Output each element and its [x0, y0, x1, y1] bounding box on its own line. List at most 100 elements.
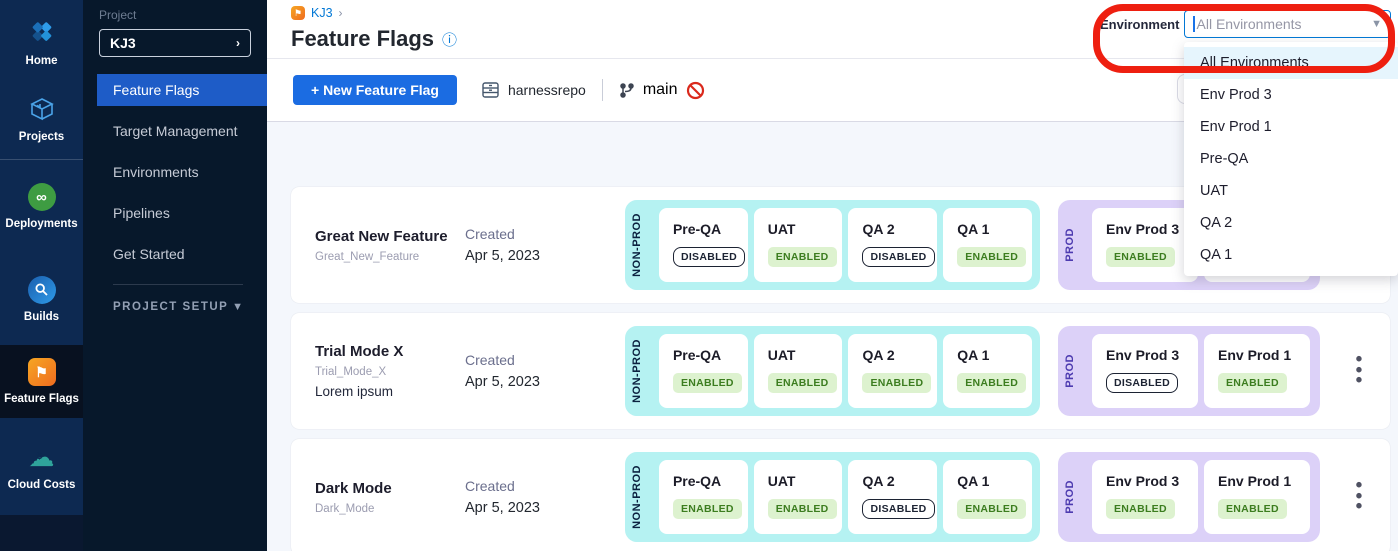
env-card-qa-1[interactable]: QA 1 ENABLED	[943, 460, 1032, 534]
branch-selector[interactable]: main	[619, 81, 705, 100]
env-status-badge: ENABLED	[1218, 373, 1287, 393]
branch-name: main	[643, 81, 678, 99]
module-nav-item-cloud-costs[interactable]: ☁$ Cloud Costs	[0, 418, 83, 515]
home-icon	[27, 18, 57, 48]
env-option-uat[interactable]: UAT	[1184, 175, 1398, 207]
app-window: Home Projects ∞ Deployments Builds ⚑ Fea…	[0, 0, 1398, 551]
env-status-badge: ENABLED	[862, 373, 931, 393]
environment-dropdown-panel: All Environments Env Prod 3 Env Prod 1 P…	[1184, 42, 1398, 276]
builds-icon	[28, 276, 56, 304]
repo-selector[interactable]: harnessrepo	[481, 81, 586, 99]
project-nav: Project KJ3 › Feature Flags Target Manag…	[83, 0, 267, 551]
created-label: Created	[465, 478, 625, 494]
env-name: Env Prod 1	[1218, 473, 1310, 489]
environment-filter-label: Environment	[1100, 17, 1179, 32]
sidebar-item-environments[interactable]: Environments	[83, 156, 267, 188]
env-option-env-prod-3[interactable]: Env Prod 3	[1184, 79, 1398, 111]
nonprod-group-label: NON-PROD	[631, 465, 653, 529]
project-setup-toggle[interactable]: PROJECT SETUP ▼	[113, 301, 243, 313]
project-selector[interactable]: KJ3 ›	[99, 29, 251, 57]
env-card-pre-qa[interactable]: Pre-QA DISABLED	[659, 208, 748, 282]
info-icon[interactable]: ⓘ	[442, 29, 457, 50]
row-menu-kebab-icon[interactable]: •••	[1352, 355, 1366, 386]
env-card-env-prod-3[interactable]: Env Prod 3 ENABLED	[1092, 208, 1198, 282]
repository-icon	[481, 81, 500, 99]
env-option-pre-qa[interactable]: Pre-QA	[1184, 143, 1398, 175]
flag-name[interactable]: Great New Feature	[315, 228, 465, 245]
nonprod-env-group: NON-PROD Pre-QA DISABLED UAT ENABLED QA …	[625, 200, 1040, 290]
module-nav-label: Cloud Costs	[8, 479, 76, 491]
row-menu-kebab-icon[interactable]: •••	[1352, 481, 1366, 512]
env-option-qa-2[interactable]: QA 2	[1184, 207, 1398, 239]
module-nav-label: Projects	[19, 131, 64, 143]
env-card-env-prod-3[interactable]: Env Prod 3 ENABLED	[1092, 460, 1198, 534]
flag-name[interactable]: Trial Mode X	[315, 343, 465, 360]
module-nav-label: Feature Flags	[4, 393, 79, 405]
env-card-qa-1[interactable]: QA 1 ENABLED	[943, 208, 1032, 282]
environment-select[interactable]: All Environments ▼	[1184, 10, 1391, 38]
env-option-all-environments[interactable]: All Environments	[1184, 47, 1398, 79]
feature-flag-row[interactable]: Trial Mode X Trial_Mode_X Lorem ipsum Cr…	[291, 313, 1390, 429]
sidebar-item-pipelines[interactable]: Pipelines	[83, 197, 267, 229]
env-card-uat[interactable]: UAT ENABLED	[754, 460, 843, 534]
cloud-costs-icon: ☁$	[27, 442, 57, 472]
flag-identifier: Great_New_Feature	[315, 251, 465, 263]
env-card-qa-2[interactable]: QA 2 ENABLED	[848, 334, 937, 408]
env-card-pre-qa[interactable]: Pre-QA ENABLED	[659, 460, 748, 534]
env-status-badge: DISABLED	[862, 499, 934, 519]
env-card-uat[interactable]: UAT ENABLED	[754, 334, 843, 408]
module-nav-label: Deployments	[5, 218, 77, 230]
flag-identifier: Trial_Mode_X	[315, 366, 465, 378]
env-card-pre-qa[interactable]: Pre-QA ENABLED	[659, 334, 748, 408]
module-nav-item-home[interactable]: Home	[0, 0, 83, 78]
env-card-env-prod-3[interactable]: Env Prod 3 DISABLED	[1092, 334, 1198, 408]
env-name: Env Prod 1	[1218, 347, 1310, 363]
module-nav-label: Builds	[24, 311, 59, 323]
flag-identifier: Dark_Mode	[315, 503, 465, 515]
env-status-badge: DISABLED	[862, 247, 934, 267]
env-option-env-prod-1[interactable]: Env Prod 1	[1184, 111, 1398, 143]
breadcrumb-project-link[interactable]: KJ3	[311, 6, 333, 20]
env-name: Env Prod 3	[1106, 473, 1198, 489]
env-status-badge: ENABLED	[957, 499, 1026, 519]
module-nav-item-deployments[interactable]: ∞ Deployments	[0, 160, 83, 253]
env-status-badge: ENABLED	[768, 247, 837, 267]
module-nav-item-projects[interactable]: Projects	[0, 78, 83, 160]
env-card-qa-2[interactable]: QA 2 DISABLED	[848, 460, 937, 534]
module-nav-label: Home	[26, 55, 58, 67]
sidebar-divider	[113, 284, 243, 285]
env-name: QA 2	[862, 347, 937, 363]
prod-env-group: PROD Env Prod 3 ENABLED Env Prod 1 ENABL…	[1058, 452, 1320, 542]
nonprod-group-label: NON-PROD	[631, 213, 653, 277]
env-option-qa-1[interactable]: QA 1	[1184, 239, 1398, 271]
project-name: KJ3	[110, 35, 136, 51]
flag-name[interactable]: Dark Mode	[315, 480, 465, 497]
chevron-right-icon: ›	[236, 36, 240, 50]
env-status-badge: ENABLED	[768, 373, 837, 393]
projects-cube-icon	[27, 94, 57, 124]
env-card-uat[interactable]: UAT ENABLED	[754, 208, 843, 282]
sidebar-item-feature-flags[interactable]: Feature Flags	[97, 74, 267, 106]
env-card-env-prod-1[interactable]: Env Prod 1 ENABLED	[1204, 460, 1310, 534]
module-nav-filler	[0, 515, 83, 551]
sidebar-item-target-management[interactable]: Target Management	[83, 115, 267, 147]
created-label: Created	[465, 226, 625, 242]
text-caret	[1193, 16, 1195, 32]
nonprod-group-label: NON-PROD	[631, 339, 653, 403]
env-card-env-prod-1[interactable]: Env Prod 1 ENABLED	[1204, 334, 1310, 408]
git-branch-icon	[619, 82, 635, 99]
flag-description: Lorem ipsum	[315, 384, 465, 399]
nonprod-env-group: NON-PROD Pre-QA ENABLED UAT ENABLED QA 2…	[625, 452, 1040, 542]
breadcrumb-separator: ›	[339, 6, 343, 20]
env-card-qa-2[interactable]: QA 2 DISABLED	[848, 208, 937, 282]
feature-flag-row[interactable]: Dark Mode Dark_Mode Created Apr 5, 2023 …	[291, 439, 1390, 551]
module-nav-item-feature-flags[interactable]: ⚑ Feature Flags	[0, 345, 83, 418]
created-date: Apr 5, 2023	[465, 374, 625, 390]
module-nav-item-builds[interactable]: Builds	[0, 253, 83, 345]
env-status-badge: ENABLED	[957, 373, 1026, 393]
sidebar-item-get-started[interactable]: Get Started	[83, 238, 267, 270]
prod-group-label: PROD	[1064, 354, 1086, 388]
env-card-qa-1[interactable]: QA 1 ENABLED	[943, 334, 1032, 408]
new-feature-flag-button[interactable]: + New Feature Flag	[293, 75, 457, 105]
module-nav: Home Projects ∞ Deployments Builds ⚑ Fea…	[0, 0, 83, 551]
